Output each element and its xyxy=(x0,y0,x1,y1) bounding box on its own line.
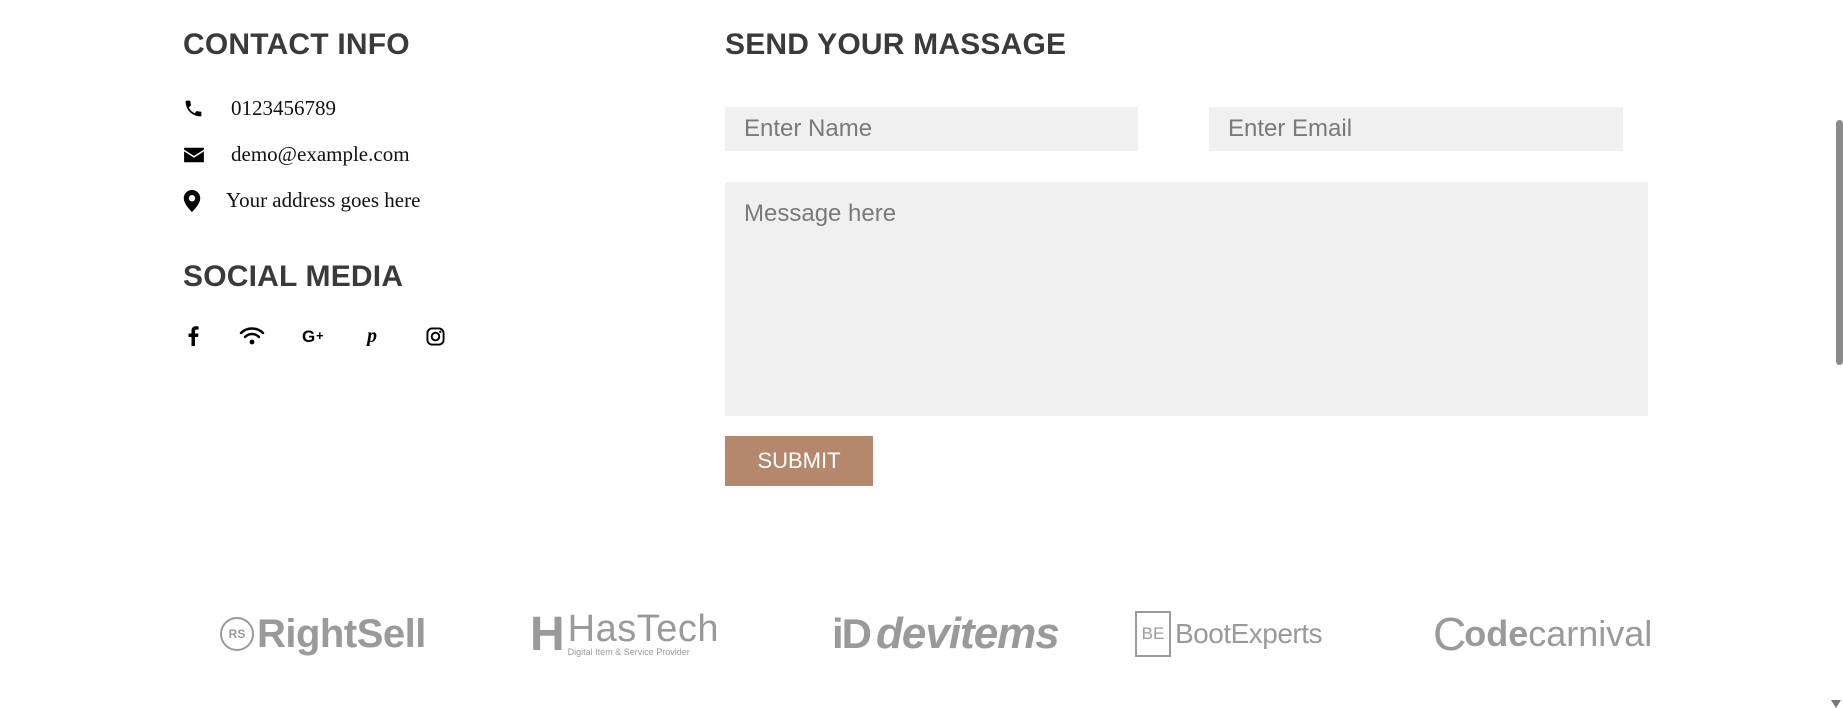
email-input[interactable] xyxy=(1209,107,1623,151)
codecarnival-name-light: carnival xyxy=(1528,613,1653,654)
instagram-icon[interactable] xyxy=(424,326,446,346)
send-message-heading: SEND YOUR MASSAGE xyxy=(725,28,1067,61)
name-input[interactable] xyxy=(725,107,1138,151)
hastech-tagline: Digital Item & Service Provider xyxy=(567,647,690,657)
rightsell-mark: RS xyxy=(220,617,254,651)
scrollbar-thumb[interactable] xyxy=(1836,120,1843,365)
envelope-icon xyxy=(183,143,209,167)
phone-icon xyxy=(183,97,209,121)
bootexperts-mark: BE xyxy=(1135,611,1171,657)
google-plus-icon[interactable]: G + xyxy=(301,327,329,345)
brand-logo-codecarnival[interactable]: C ode carnival xyxy=(1433,604,1652,664)
devitems-name: devitems xyxy=(876,609,1060,658)
bootexperts-name: BootExperts xyxy=(1175,618,1323,649)
email-address: demo@example.com xyxy=(231,142,410,166)
codecarnival-mark: C xyxy=(1433,608,1467,660)
svg-text:G: G xyxy=(302,327,315,345)
social-media-heading: SOCIAL MEDIA xyxy=(183,260,404,293)
svg-text:+: + xyxy=(316,328,324,343)
contact-address-row: Your address goes here xyxy=(183,188,420,213)
pinterest-icon[interactable]: p xyxy=(364,326,384,346)
devitems-mark: iD xyxy=(832,610,872,657)
map-marker-icon xyxy=(183,189,209,213)
facebook-icon[interactable] xyxy=(183,326,203,346)
brand-logo-devitems[interactable]: iD devitems xyxy=(832,604,1060,664)
hastech-mark: H xyxy=(530,607,565,661)
wifi-icon[interactable] xyxy=(238,326,266,346)
address-text: Your address goes here xyxy=(226,188,421,212)
brand-logo-rightsell[interactable]: RS RightSell xyxy=(220,604,426,664)
brand-logo-bootexperts[interactable]: BE BootExperts xyxy=(1135,604,1323,664)
social-icons-row: G + p xyxy=(183,326,446,346)
hastech-name: HasTech xyxy=(567,608,720,650)
contact-phone-row: 0123456789 xyxy=(183,96,336,121)
brand-logo-hastech[interactable]: H HasTech Digital Item & Service Provide… xyxy=(530,604,719,664)
submit-button[interactable]: SUBMIT xyxy=(725,436,873,486)
hastech-text: HasTech Digital Item & Service Provider xyxy=(567,608,720,657)
scroll-down-arrow-icon[interactable] xyxy=(1831,700,1841,708)
contact-email-row: demo@example.com xyxy=(183,142,410,167)
codecarnival-name-bold: ode xyxy=(1464,613,1529,654)
svg-text:p: p xyxy=(366,326,377,346)
phone-number: 0123456789 xyxy=(231,96,336,120)
rightsell-name: RightSell xyxy=(257,611,426,656)
message-textarea[interactable] xyxy=(725,182,1648,416)
contact-info-heading: CONTACT INFO xyxy=(183,28,410,61)
